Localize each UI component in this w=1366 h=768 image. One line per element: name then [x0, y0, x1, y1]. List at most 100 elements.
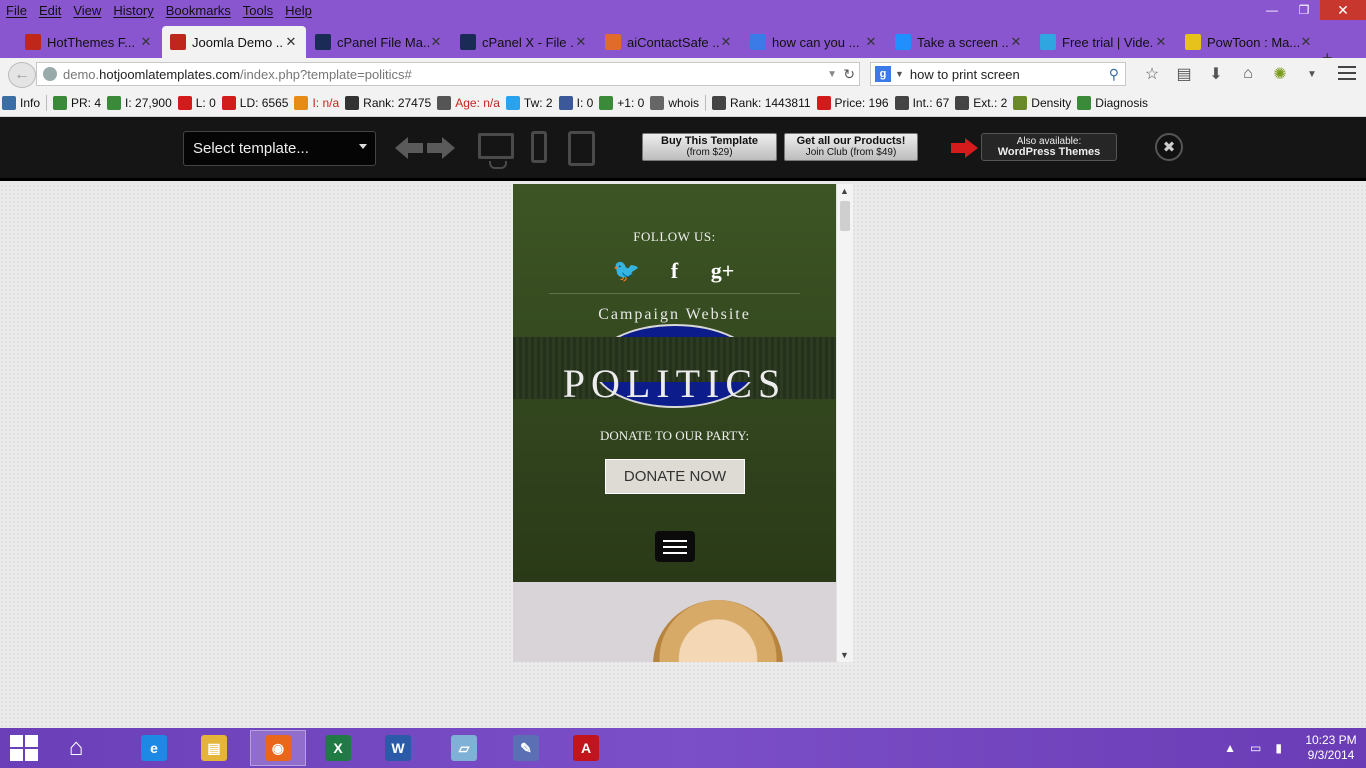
buy-template-button[interactable]: Buy This Template (from $29) — [642, 133, 777, 161]
network-signal-icon[interactable]: ▮ — [1275, 741, 1282, 755]
search-icon[interactable]: ⚲ — [1109, 66, 1119, 83]
keyboard-icon[interactable]: ▭ — [1250, 741, 1261, 755]
minimize-button[interactable]: — — [1256, 0, 1288, 20]
seo-metric[interactable]: Int.: 67 — [894, 96, 949, 110]
taskbar-button[interactable]: ◉ — [250, 730, 306, 766]
seo-metric[interactable]: Ext.: 2 — [955, 96, 1007, 110]
seo-metric[interactable]: whois — [650, 96, 699, 110]
scroll-up-icon[interactable]: ▲ — [840, 186, 849, 196]
seo-metric[interactable]: +1: 0 — [599, 96, 644, 110]
taskbar-button[interactable]: ▤ — [186, 730, 242, 766]
previous-template-arrow-icon[interactable] — [395, 137, 425, 159]
close-tab-icon[interactable]: ✕ — [719, 34, 733, 50]
address-bar[interactable]: demo.hotjoomlatemplates.com/index.php?te… — [36, 62, 860, 86]
donate-now-button[interactable]: DONATE NOW — [605, 459, 745, 494]
desktop-view-icon[interactable] — [478, 133, 514, 169]
excel-icon: X — [325, 735, 351, 761]
menu-history[interactable]: History — [107, 3, 159, 18]
browser-tab[interactable]: cPanel X - File ... ✕ — [452, 26, 596, 58]
seo-metric[interactable]: Rank: 27475 — [345, 96, 431, 110]
search-bar[interactable]: g ▼ how to print screen ⚲ — [870, 62, 1126, 86]
seo-metric[interactable]: Rank: 1443811 — [712, 96, 811, 110]
wordpress-themes-button[interactable]: Also available: WordPress Themes — [981, 133, 1117, 161]
site-identity-icon[interactable] — [43, 67, 57, 81]
seo-metric[interactable]: Tw: 2 — [505, 96, 553, 110]
browser-tab[interactable]: PowToon : Ma... ✕ — [1177, 26, 1321, 58]
browser-tab[interactable]: Free trial | Vide... ✕ — [1032, 26, 1176, 58]
seo-metric[interactable]: PR: 4 — [53, 96, 101, 110]
seo-metric[interactable]: Info — [2, 96, 40, 110]
close-tab-icon[interactable]: ✕ — [284, 34, 298, 50]
scroll-thumb[interactable] — [840, 201, 850, 231]
downloads-icon[interactable]: ⬇ — [1200, 62, 1232, 86]
close-tab-icon[interactable]: ✕ — [1009, 34, 1023, 50]
seo-metric-value: Diagnosis — [1095, 96, 1148, 110]
close-window-button[interactable]: ✕ — [1320, 0, 1366, 20]
taskbar-button[interactable]: ✎ — [498, 730, 554, 766]
addon-gear-icon[interactable]: ✺ — [1264, 62, 1296, 86]
seo-metric[interactable]: Density — [1013, 96, 1071, 110]
browser-tab[interactable]: how can you ... ✕ — [742, 26, 886, 58]
home-icon[interactable]: ⌂ — [1232, 62, 1264, 86]
seo-metric[interactable]: LD: 6565 — [221, 96, 288, 110]
semrush-icon — [221, 96, 236, 110]
menu-view[interactable]: View — [67, 3, 107, 18]
menu-help[interactable]: Help — [279, 3, 318, 18]
show-hidden-icons-icon[interactable]: ▲ — [1224, 741, 1236, 755]
search-input[interactable]: how to print screen — [910, 67, 1020, 82]
restore-button[interactable]: ❐ — [1288, 0, 1320, 20]
mobile-menu-toggle-icon[interactable] — [655, 531, 695, 562]
google-plus-icon[interactable]: g+ — [699, 258, 747, 284]
close-tab-icon[interactable]: ✕ — [574, 34, 588, 50]
menu-file[interactable]: File — [0, 3, 33, 18]
windows-start-icon[interactable] — [10, 735, 38, 761]
seo-metric[interactable]: I: n/a — [294, 96, 339, 110]
join-club-button[interactable]: Get all our Products! Join Club (from $4… — [784, 133, 918, 161]
browser-tab[interactable]: HotThemes F... ✕ — [17, 26, 161, 58]
seo-metric[interactable]: L: 0 — [177, 96, 216, 110]
seo-metric[interactable]: I: 27,900 — [107, 96, 172, 110]
taskbar-button[interactable]: ⌂ — [48, 730, 104, 766]
browser-tab[interactable]: Joomla Demo ... ✕ — [162, 26, 306, 58]
browser-tab[interactable]: Take a screen ... ✕ — [887, 26, 1031, 58]
scroll-down-icon[interactable]: ▼ — [840, 650, 849, 660]
browser-tab[interactable]: aiContactSafe ... ✕ — [597, 26, 741, 58]
clock[interactable]: 10:23 PM 9/3/2014 — [1296, 733, 1366, 763]
next-template-arrow-icon[interactable] — [425, 137, 455, 159]
taskbar-button[interactable]: A — [558, 730, 614, 766]
search-engine-dropdown-icon[interactable]: ▼ — [895, 69, 904, 79]
seo-metric[interactable]: Age: n/a — [437, 96, 500, 110]
open-menu-icon[interactable] — [1338, 66, 1356, 80]
template-select[interactable]: Select template... — [183, 131, 376, 166]
close-tab-icon[interactable]: ✕ — [139, 34, 153, 50]
close-tab-icon[interactable]: ✕ — [1154, 34, 1168, 50]
browser-tab[interactable]: cPanel File Ma... ✕ — [307, 26, 451, 58]
close-tab-icon[interactable]: ✕ — [1299, 34, 1313, 50]
url-history-dropdown-icon[interactable]: ▼ — [827, 69, 837, 80]
taskbar-button[interactable]: W — [370, 730, 426, 766]
tablet-view-icon[interactable] — [568, 131, 595, 166]
close-tab-icon[interactable]: ✕ — [429, 34, 443, 50]
facebook-icon[interactable]: f — [651, 258, 699, 284]
menu-bookmarks[interactable]: Bookmarks — [160, 3, 237, 18]
menu-tools[interactable]: Tools — [237, 3, 279, 18]
taskbar-button[interactable]: e — [126, 730, 182, 766]
site-logo-text[interactable]: POLITICS — [513, 360, 836, 407]
seo-metric[interactable]: I: 0 — [558, 96, 593, 110]
bookmark-star-icon[interactable]: ☆ — [1136, 62, 1168, 86]
taskbar-button[interactable]: ▱ — [436, 730, 492, 766]
preview-scrollbar[interactable]: ▲ ▼ — [836, 184, 853, 662]
seo-metric[interactable]: Diagnosis — [1077, 96, 1148, 110]
menu-edit[interactable]: Edit — [33, 3, 67, 18]
close-tab-icon[interactable]: ✕ — [864, 34, 878, 50]
reload-icon[interactable]: ↻ — [843, 66, 855, 83]
bookmarks-library-icon[interactable]: ▤ — [1168, 62, 1200, 86]
close-demo-bar-icon[interactable]: ✖ — [1155, 133, 1183, 161]
taskbar-button[interactable]: X — [310, 730, 366, 766]
phone-view-icon[interactable] — [531, 131, 547, 163]
google-search-engine-icon[interactable]: g — [875, 66, 891, 82]
addon-dropdown-icon[interactable]: ▼ — [1296, 62, 1328, 86]
twitter-icon[interactable]: 🐦 — [603, 258, 651, 284]
back-button[interactable]: ← — [8, 62, 36, 88]
seo-metric[interactable]: Price: 196 — [816, 96, 889, 110]
